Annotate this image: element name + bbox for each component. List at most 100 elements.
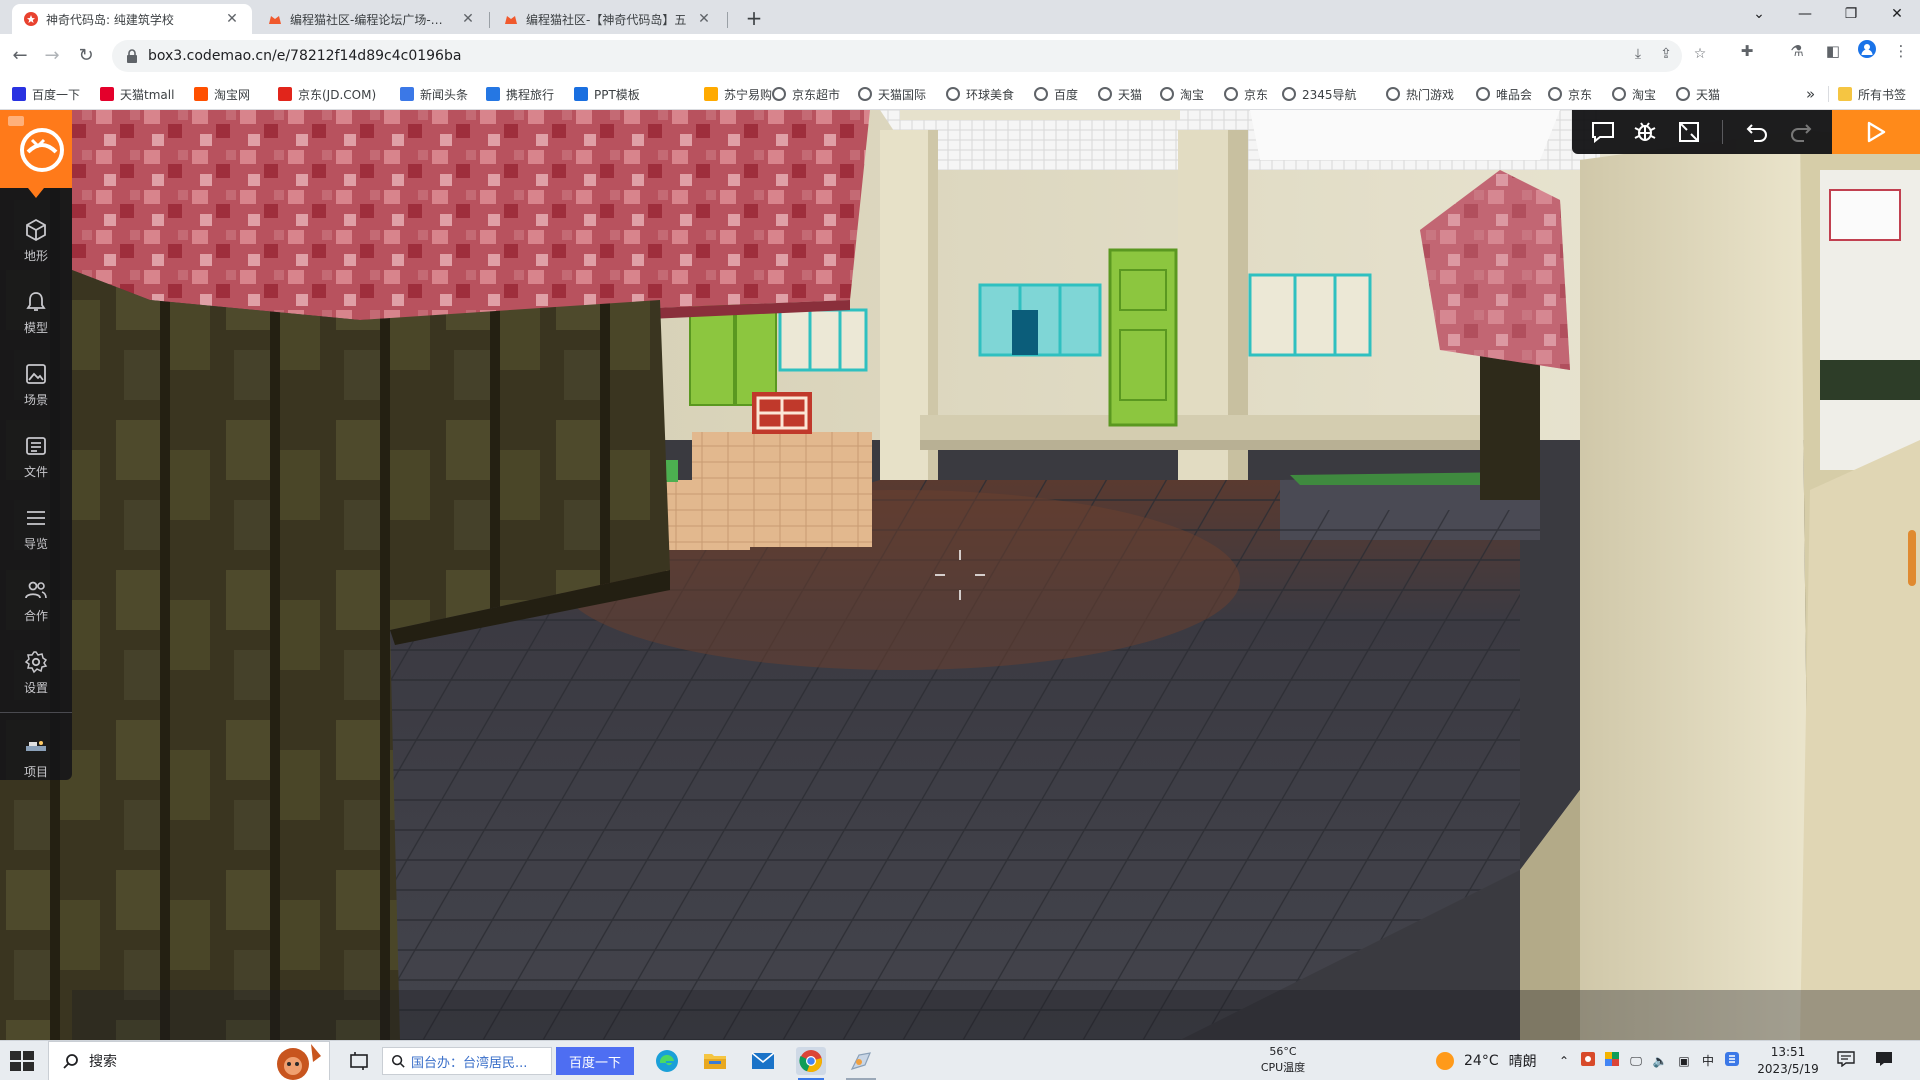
sidebar-item-terrain[interactable]: 地形: [0, 210, 72, 272]
redo-button[interactable]: [1788, 120, 1814, 144]
sidebar-item-guide[interactable]: 导览: [0, 498, 72, 560]
ime-indicator[interactable]: 中: [1698, 1051, 1718, 1071]
address-bar[interactable]: box3.codemao.cn/e/78212f14d89c4c0196ba: [112, 40, 1682, 72]
sidebar-item-scene[interactable]: 场景: [0, 354, 72, 416]
bookmark-item[interactable]: 百度: [1034, 84, 1078, 104]
bookmark-label: PPT模板: [594, 87, 640, 102]
sidebar-item-project[interactable]: 项目: [0, 726, 72, 788]
bookmark-item[interactable]: 热门游戏: [1386, 84, 1454, 104]
cpu-temperature-widget[interactable]: 56°C CPU温度: [1248, 1044, 1318, 1078]
bookmark-item[interactable]: 天猫国际: [858, 84, 926, 104]
globe-icon: [1282, 87, 1296, 101]
bell-icon: [26, 292, 46, 311]
tab-codemao-editor[interactable]: 神奇代码岛: 纯建筑学校 ✕: [12, 4, 252, 34]
suning-icon: [704, 87, 718, 101]
file-explorer-icon[interactable]: [700, 1047, 730, 1075]
tray-app-icon[interactable]: [1602, 1051, 1622, 1071]
network-icon[interactable]: 🖵: [1626, 1051, 1646, 1071]
sidebar-item-settings[interactable]: 设置: [0, 642, 72, 704]
bookmark-item[interactable]: 京东(JD.COM): [278, 84, 376, 104]
new-tab-button[interactable]: +: [740, 5, 768, 33]
volume-icon[interactable]: 🔈: [1650, 1051, 1670, 1071]
tab-codemao-post[interactable]: 编程猫社区-【神奇代码岛】五 ✕: [492, 4, 724, 34]
bookmark-item[interactable]: 唯品会: [1476, 84, 1532, 104]
reload-icon[interactable]: ↻: [72, 42, 100, 70]
mail-icon[interactable]: [748, 1047, 778, 1075]
back-arrow-icon[interactable]: ←: [6, 42, 34, 70]
bookmark-label: 天猫国际: [878, 87, 927, 102]
bookmark-item[interactable]: 携程旅行: [486, 84, 554, 104]
bookmark-item[interactable]: 新闻头条: [400, 84, 468, 104]
bookmark-item[interactable]: 苏宁易购: [704, 84, 772, 104]
tray-overflow-chevron-icon[interactable]: ⌃: [1554, 1051, 1574, 1071]
tab-separator: [727, 12, 728, 28]
tab-search-chevron-icon[interactable]: ⌄: [1736, 0, 1782, 28]
close-window-button[interactable]: ✕: [1874, 0, 1920, 28]
sidebar-item-model[interactable]: 模型: [0, 282, 72, 344]
bookmark-label: 2345导航: [1302, 87, 1357, 102]
action-center-icon[interactable]: [1874, 1051, 1894, 1071]
edge-browser-icon[interactable]: [652, 1047, 682, 1075]
taskbar-search-box[interactable]: 搜索: [48, 1041, 330, 1080]
editor-logo[interactable]: [0, 110, 72, 188]
bookmark-item[interactable]: 淘宝: [1612, 84, 1656, 104]
bookmark-item[interactable]: 京东: [1224, 84, 1268, 104]
bookmark-item[interactable]: 淘宝: [1160, 84, 1204, 104]
bookmark-item[interactable]: 天猫: [1676, 84, 1720, 104]
undo-button[interactable]: [1744, 120, 1770, 144]
viewport-scroll-handle[interactable]: [1908, 530, 1916, 586]
sidebar-item-label: 项目: [23, 765, 48, 779]
pinned-app-icon[interactable]: [846, 1047, 876, 1075]
forward-arrow-icon[interactable]: →: [38, 42, 66, 70]
chrome-icon[interactable]: [796, 1047, 826, 1075]
weather-widget[interactable]: 24°C 晴朗: [1434, 1047, 1537, 1075]
game-viewport[interactable]: [0, 110, 1920, 1040]
bookmark-item[interactable]: 百度一下: [12, 84, 80, 104]
bookmark-item[interactable]: 淘宝网: [194, 84, 250, 104]
bookmark-item[interactable]: 天猫: [1098, 84, 1142, 104]
windows-start-icon[interactable]: [8, 1049, 36, 1073]
restore-button[interactable]: ❐: [1828, 0, 1874, 28]
chat-button[interactable]: [1590, 120, 1616, 144]
tab-close-icon[interactable]: ✕: [696, 11, 712, 27]
bookmark-item[interactable]: PPT模板: [574, 84, 640, 104]
tab-close-icon[interactable]: ✕: [224, 11, 240, 27]
logo-dropdown-chevron-icon[interactable]: [28, 188, 44, 198]
bookmark-star-icon[interactable]: ☆: [1690, 44, 1710, 64]
bookmark-item[interactable]: 2345导航: [1282, 84, 1357, 104]
expand-icon: [1679, 122, 1699, 142]
globe-icon: [1160, 87, 1174, 101]
tray-security-icon[interactable]: [1578, 1051, 1598, 1071]
orangutan-mascot-icon: [277, 1044, 321, 1080]
browser-menu-icon[interactable]: ⋮: [1890, 40, 1912, 62]
tab-codemao-forum[interactable]: 编程猫社区-编程论坛广场-编程 ✕: [256, 4, 488, 34]
bookmark-item[interactable]: 天猫tmall: [100, 84, 174, 104]
profile-avatar-icon[interactable]: [1856, 40, 1878, 62]
share-icon[interactable]: ⇪: [1656, 44, 1676, 64]
bookmark-label: 热门游戏: [1406, 87, 1455, 102]
tab-close-icon[interactable]: ✕: [460, 11, 476, 27]
tray-input-icon[interactable]: [1722, 1051, 1742, 1071]
labs-flask-icon[interactable]: ⚗: [1786, 40, 1808, 62]
task-view-icon[interactable]: [344, 1047, 374, 1075]
bookmark-item[interactable]: 京东超市: [772, 84, 840, 104]
install-app-icon[interactable]: ⤓: [1628, 44, 1648, 64]
bug-icon: [1634, 122, 1656, 141]
news-baidu-button[interactable]: 百度一下: [556, 1047, 634, 1075]
extensions-puzzle-icon[interactable]: ✚: [1736, 40, 1758, 62]
bookmark-item[interactable]: 京东: [1548, 84, 1592, 104]
tray-display-icon[interactable]: ▣: [1674, 1051, 1694, 1071]
run-button[interactable]: [1832, 110, 1920, 154]
sidebar-item-collab[interactable]: 合作: [0, 570, 72, 632]
sidebar-item-file[interactable]: 文件: [0, 426, 72, 488]
notification-center-icon[interactable]: [1836, 1051, 1856, 1071]
system-clock[interactable]: 13:51 2023/5/19: [1756, 1044, 1820, 1078]
minimize-button[interactable]: —: [1782, 0, 1828, 28]
more-bookmarks-button[interactable]: »: [1806, 84, 1815, 104]
debug-button[interactable]: [1632, 120, 1658, 144]
news-search-box[interactable]: 国台办：台湾居民...: [382, 1047, 552, 1075]
side-panel-icon[interactable]: ◧: [1822, 40, 1844, 62]
bookmark-item[interactable]: 环球美食: [946, 84, 1014, 104]
fullscreen-button[interactable]: [1676, 120, 1702, 144]
all-bookmarks-folder[interactable]: 所有书签: [1838, 84, 1906, 104]
